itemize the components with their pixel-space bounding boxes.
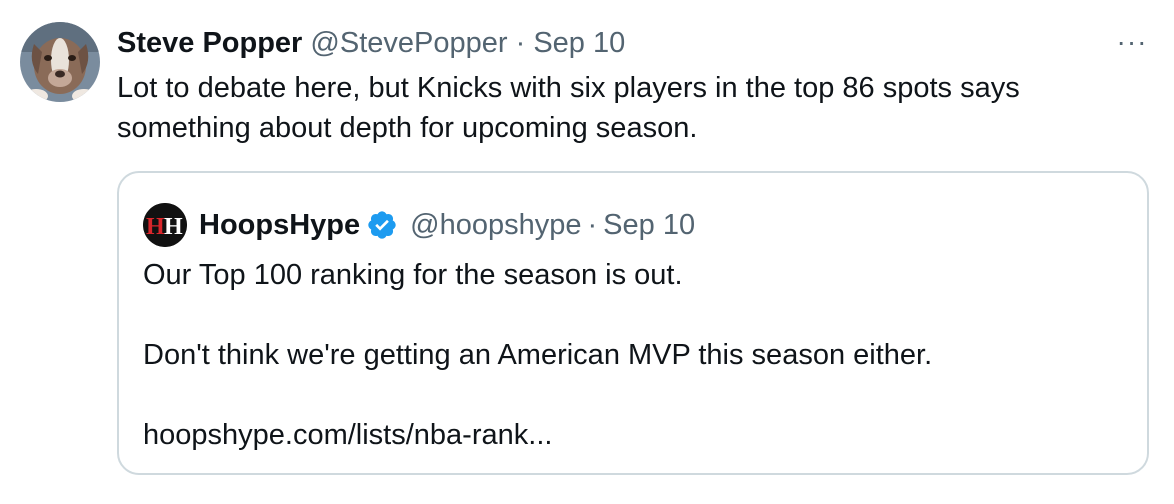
quoted-text-line2: Don't think we're getting an American MV… xyxy=(143,339,933,371)
tweet-date[interactable]: Sep 10 xyxy=(533,27,625,59)
quoted-tweet-date[interactable]: Sep 10 xyxy=(603,206,695,244)
quoted-meta-separator: · xyxy=(587,209,598,241)
tweet: Steve Popper @StevePopper · Sep 10 ··· L… xyxy=(0,0,1174,504)
more-dots-icon: ··· xyxy=(1116,26,1148,57)
tweet-text: Lot to debate here, but Knicks with six … xyxy=(117,72,1020,144)
quoted-text-line1: Our Top 100 ranking for the season is ou… xyxy=(143,259,683,291)
quoted-link[interactable]: hoopshype.com/lists/nba-rank... xyxy=(143,415,1123,455)
hoopshype-logo-icon: H H xyxy=(143,203,187,247)
verified-badge-icon xyxy=(368,211,396,239)
dog-avatar-image xyxy=(20,22,100,102)
quoted-tweet-body: Our Top 100 ranking for the season is ou… xyxy=(143,255,1123,455)
author-handle[interactable]: @StevePopper xyxy=(310,27,507,59)
quoted-tweet[interactable]: H H HoopsHype @hoopshype · Sep 10 Our To… xyxy=(117,171,1149,475)
logo-letter-h2: H xyxy=(164,214,183,240)
tweet-header: Steve Popper @StevePopper · Sep 10 xyxy=(117,24,625,62)
hoopshype-logo[interactable]: H H xyxy=(143,203,187,247)
quoted-tweet-header: H H HoopsHype @hoopshype · Sep 10 xyxy=(143,203,695,247)
logo-letter-h1: H xyxy=(146,214,165,240)
author-name[interactable]: Steve Popper xyxy=(117,27,302,59)
quoted-author-handle[interactable]: @hoopshype xyxy=(410,206,581,244)
meta-separator: · xyxy=(515,27,526,59)
more-options-button[interactable]: ··· xyxy=(1112,24,1152,60)
quoted-author-name[interactable]: HoopsHype xyxy=(199,206,360,244)
author-avatar[interactable] xyxy=(20,22,100,102)
